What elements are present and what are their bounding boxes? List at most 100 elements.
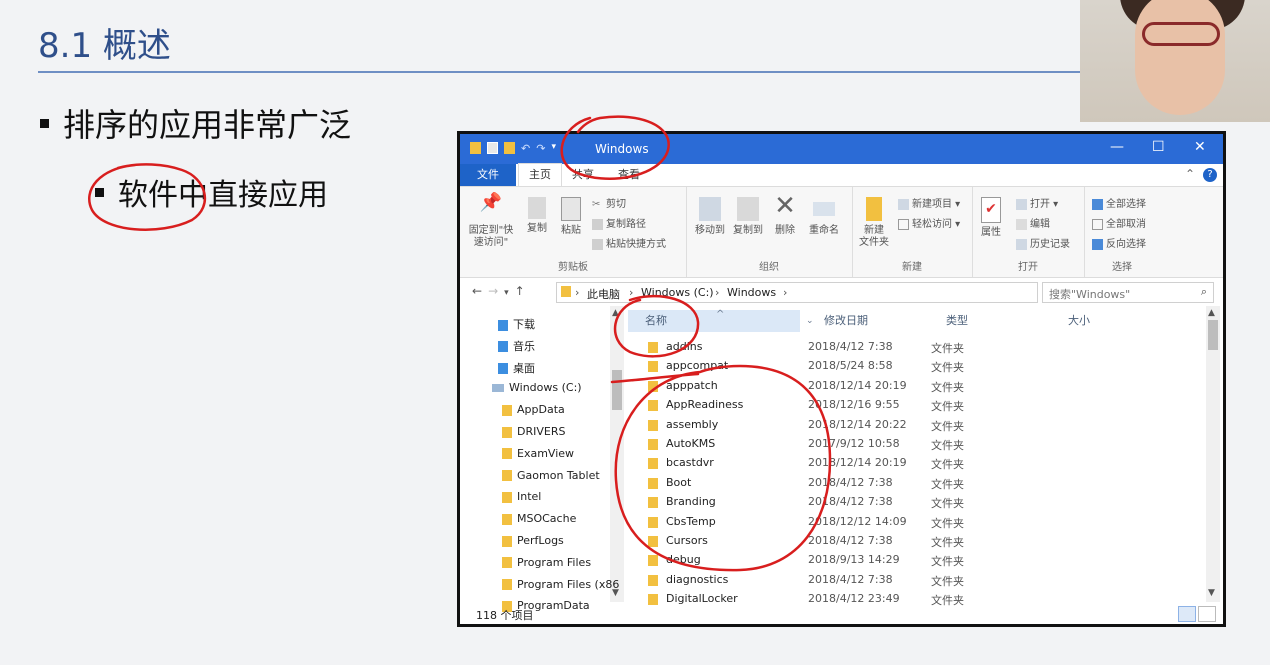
file-row[interactable]: AutoKMS 2017/9/12 10:58 文件夹: [628, 435, 1188, 454]
file-row[interactable]: AppReadiness 2018/12/16 9:55 文件夹: [628, 396, 1188, 415]
file-row[interactable]: assembly 2018/12/14 20:22 文件夹: [628, 416, 1188, 435]
column-header-date[interactable]: 修改日期: [824, 310, 868, 332]
group-label: 打开: [1018, 262, 1038, 273]
file-row[interactable]: bcastdvr 2018/12/14 20:19 文件夹: [628, 454, 1188, 473]
easy-access-icon: [898, 218, 909, 230]
file-name: assembly: [666, 417, 719, 431]
edit-button[interactable]: 编辑: [1016, 215, 1050, 230]
large-icons-view-icon[interactable]: [1198, 606, 1216, 622]
undo-icon[interactable]: ↶: [521, 142, 530, 155]
list-scroll-thumb[interactable]: [1208, 320, 1218, 350]
history-button[interactable]: 历史记录: [1016, 235, 1070, 250]
file-row[interactable]: apppatch 2018/12/14 20:19 文件夹: [628, 377, 1188, 396]
select-all-button[interactable]: 全部选择: [1092, 195, 1146, 210]
details-view-icon[interactable]: [1178, 606, 1196, 622]
move-to-button[interactable]: 移动到: [692, 197, 728, 237]
nav-item[interactable]: PerfLogs: [502, 534, 564, 547]
new-folder-icon: [866, 197, 882, 221]
column-header-type[interactable]: 类型: [946, 310, 968, 332]
rename-button[interactable]: 重命名: [804, 197, 844, 237]
pin-quick-access-button[interactable]: 📌 固定到"快 速访问": [466, 194, 516, 249]
file-date: 2018/12/14 20:22: [808, 417, 907, 431]
breadcrumb-windows[interactable]: Windows: [727, 286, 776, 299]
nav-item[interactable]: Program Files (x86: [502, 578, 619, 591]
nav-item[interactable]: Windows (C:): [492, 381, 582, 394]
properties-icon[interactable]: [487, 142, 498, 154]
tab-view[interactable]: 查看: [618, 164, 640, 186]
back-arrow-icon[interactable]: ←: [472, 284, 488, 298]
copy-button[interactable]: 复制: [522, 197, 552, 235]
select-none-button[interactable]: 全部取消: [1092, 215, 1146, 230]
breadcrumb-separator-icon[interactable]: ›: [715, 286, 719, 299]
maximize-button[interactable]: ☐: [1152, 139, 1165, 155]
new-folder-button[interactable]: 新建 文件夹: [856, 197, 892, 249]
search-icon[interactable]: ⌕: [1201, 285, 1207, 299]
nav-item[interactable]: 桌面: [498, 360, 535, 376]
breadcrumb-drive-c[interactable]: Windows (C:): [641, 286, 714, 299]
minimize-button[interactable]: —: [1110, 139, 1124, 155]
copy-path-button[interactable]: 复制路径: [592, 215, 646, 230]
column-header-size[interactable]: 大小: [1068, 310, 1090, 332]
file-row[interactable]: Boot 2018/4/12 7:38 文件夹: [628, 474, 1188, 493]
nav-item[interactable]: ExamView: [502, 447, 574, 460]
group-open: ✔ 属性 打开 ▾ 编辑 历史记录 打开: [972, 187, 1085, 277]
open-button[interactable]: 打开 ▾: [1016, 195, 1058, 210]
ribbon: 📌 固定到"快 速访问" 复制 粘贴 ✂ 剪切 复制路径 粘贴快捷方式 剪贴板 移…: [460, 187, 1223, 278]
file-row[interactable]: appcompat 2018/5/24 8:58 文件夹: [628, 357, 1188, 376]
file-row[interactable]: Branding 2018/4/12 7:38 文件夹: [628, 493, 1188, 512]
nav-item[interactable]: Gaomon Tablet: [502, 469, 600, 482]
properties-button[interactable]: ✔ 属性: [976, 197, 1006, 239]
file-row[interactable]: CbsTemp 2018/12/12 14:09 文件夹: [628, 513, 1188, 532]
nav-item[interactable]: DRIVERS: [502, 425, 565, 438]
new-folder-icon[interactable]: [504, 142, 515, 154]
redo-icon[interactable]: ↷: [536, 142, 545, 155]
column-header-name[interactable]: 名称 ^: [628, 309, 800, 332]
tab-share[interactable]: 共享: [572, 164, 594, 186]
address-bar[interactable]: › 此电脑 › Windows (C:) › Windows › ⌄ ↻: [556, 282, 1129, 303]
easy-access-button[interactable]: 轻松访问 ▾: [898, 215, 960, 230]
file-list-scrollbar[interactable]: ▲ ▼: [1206, 306, 1220, 602]
nav-item[interactable]: Intel: [502, 490, 541, 503]
paste-shortcut-button[interactable]: 粘贴快捷方式: [592, 235, 666, 250]
file-row[interactable]: debug 2018/9/13 14:29 文件夹: [628, 551, 1188, 570]
nav-item-label: 音乐: [513, 339, 535, 353]
breadcrumb-separator-icon[interactable]: ›: [575, 286, 579, 299]
file-row[interactable]: Cursors 2018/4/12 7:38 文件夹: [628, 532, 1188, 551]
collapse-ribbon-icon[interactable]: ⌃: [1185, 167, 1195, 181]
close-button[interactable]: ✕: [1194, 139, 1206, 155]
folder-icon: [648, 516, 658, 528]
breadcrumb-separator-icon[interactable]: ›: [629, 286, 633, 299]
scroll-up-icon[interactable]: ▲: [1208, 308, 1215, 318]
search-input[interactable]: 搜索"Windows" ⌕: [1042, 282, 1214, 303]
breadcrumb-separator-icon[interactable]: ›: [783, 286, 787, 299]
file-row[interactable]: diagnostics 2018/4/12 7:38 文件夹: [628, 571, 1188, 590]
nav-scroll-thumb[interactable]: [612, 370, 622, 410]
paste-button[interactable]: 粘贴: [556, 197, 586, 237]
customize-dropdown-icon[interactable]: ▾: [551, 142, 556, 154]
nav-item[interactable]: 下载: [498, 316, 535, 332]
nav-scrollbar[interactable]: ▲ ▼: [610, 306, 624, 602]
up-arrow-icon[interactable]: ↑: [515, 284, 531, 298]
file-row[interactable]: addins 2018/4/12 7:38 文件夹: [628, 338, 1188, 357]
breadcrumb-this-pc[interactable]: 此电脑: [587, 286, 620, 302]
copy-to-button[interactable]: 复制到: [730, 197, 766, 237]
scroll-down-icon[interactable]: ▼: [1208, 588, 1215, 598]
title-bar[interactable]: ↶ ↷ ▾ Windows — ☐ ✕: [460, 134, 1223, 164]
scroll-up-icon[interactable]: ▲: [612, 308, 619, 318]
new-item-button[interactable]: 新建项目 ▾: [898, 195, 960, 210]
help-icon[interactable]: ?: [1203, 168, 1217, 182]
forward-arrow-icon[interactable]: →: [488, 284, 504, 298]
tab-home[interactable]: 主页: [518, 163, 562, 186]
cut-button[interactable]: ✂ 剪切: [592, 195, 626, 211]
invert-selection-button[interactable]: 反向选择: [1092, 235, 1146, 250]
nav-item[interactable]: Program Files: [502, 556, 591, 569]
recent-dropdown-icon[interactable]: ▾: [504, 288, 515, 298]
item-count: 118 个项目: [476, 609, 534, 622]
delete-button[interactable]: ✕ 删除: [770, 193, 800, 237]
file-date: 2018/9/13 14:29: [808, 553, 900, 567]
nav-item[interactable]: 音乐: [498, 338, 535, 354]
nav-item[interactable]: MSOCache: [502, 512, 576, 525]
tab-file[interactable]: 文件: [460, 164, 516, 186]
nav-item[interactable]: AppData: [502, 403, 565, 416]
column-filter-dropdown-icon[interactable]: ⌄: [806, 310, 814, 332]
